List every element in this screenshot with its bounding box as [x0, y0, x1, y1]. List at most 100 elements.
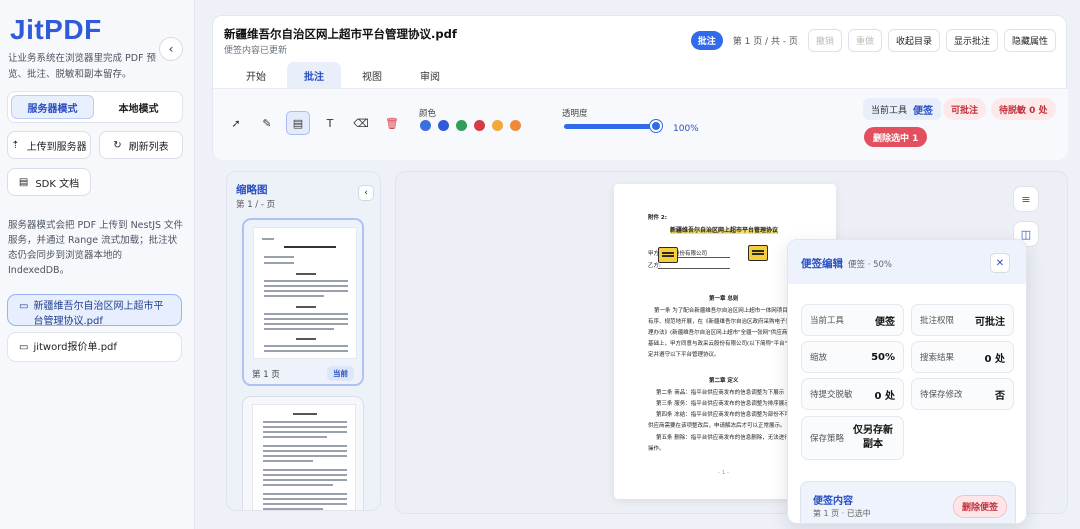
file-name: jitword报价单.pdf	[33, 341, 117, 353]
paragraph-line: 第二条 商品：指平台供应商发布的信息调整为下展示	[656, 390, 785, 396]
cell-value: 0 处	[874, 390, 895, 402]
color-label: 颜色	[419, 109, 437, 119]
mode-badge: 批注	[690, 31, 723, 50]
paragraph-line: 操作。	[648, 446, 665, 452]
select-tool[interactable]: ➚	[224, 111, 248, 135]
color-swatch[interactable]	[420, 120, 431, 131]
chapter-heading: 第一章 总则	[709, 296, 739, 302]
color-swatch[interactable]	[492, 120, 503, 131]
pen-tool[interactable]: ✎	[255, 111, 279, 135]
file-icon: ▭	[19, 301, 29, 312]
info-cell: 当前工具 便签	[801, 304, 904, 336]
server-mode-note: 服务器模式会把 PDF 上传到 NestJS 文件服务，并通过 Range 流式…	[8, 220, 184, 276]
color-swatch[interactable]	[456, 120, 467, 131]
header-actions: 批注 第 1 页 / 共 - 页 撤销 重做 收起目录 显示批注 隐藏属性	[690, 29, 1056, 52]
tab-annotate[interactable]: 批注	[287, 62, 341, 88]
paragraph-line: 第三条 服务：指平台供应商发布的信息调整为排序展示	[656, 401, 790, 407]
section-title: 便签内容	[813, 496, 853, 507]
pen-icon: ✎	[262, 116, 272, 130]
sticky-note-marker[interactable]	[748, 245, 768, 261]
thumbnail-page-2[interactable]	[242, 396, 364, 510]
text-icon: T	[326, 116, 334, 130]
chevron-left-icon: ‹	[364, 188, 368, 198]
delete-note-button[interactable]: 删除便签	[953, 495, 1008, 518]
cell-label: 待保存修改	[920, 390, 963, 400]
sdk-docs-button[interactable]: ▤ SDK 文档	[7, 168, 91, 196]
color-swatch[interactable]	[438, 120, 449, 131]
file-name: 新疆维吾尔自治区网上超市平台管理协议.pdf	[33, 301, 164, 327]
color-swatch[interactable]	[510, 120, 521, 131]
opacity-slider-handle[interactable]	[650, 120, 662, 132]
main-header: 新疆维吾尔自治区网上超市平台管理协议.pdf 便签内容已更新 批注 第 1 页 …	[212, 15, 1068, 160]
columns-icon: ◫	[1020, 227, 1032, 241]
paragraph-line: 供应商需要在该项整改后，申请解冻后才可以正常展示。	[648, 423, 786, 429]
note-edit-panel: 便签编辑 便签 · 50% ✕ 当前工具 便签 批注权限 可批注 缩放 50% 搜索结…	[787, 239, 1027, 524]
opacity-label: 透明度	[562, 109, 588, 119]
current-tool-value: 便签	[913, 105, 934, 117]
upload-label: 上传到服务器	[26, 141, 87, 153]
eraser-tool[interactable]: ⌫	[349, 111, 373, 135]
cell-label: 缩放	[810, 353, 828, 363]
paragraph-line: 定并遵守以下平台管理协议。	[648, 352, 720, 358]
upload-button[interactable]: ⇡ 上传到服务器	[7, 131, 91, 159]
cell-label: 批注权限	[920, 316, 955, 326]
collapse-thumbnails-button[interactable]: ‹	[358, 185, 374, 201]
server-mode-button[interactable]: 服务器模式	[11, 95, 94, 119]
document-status: 便签内容已更新	[224, 46, 288, 56]
chapter-heading: 第二章 定义	[709, 378, 739, 384]
opacity-value: 100%	[673, 124, 699, 134]
info-cell: 搜索结果 0 处	[911, 341, 1014, 373]
file-item[interactable]: ▭ jitword报价单.pdf	[7, 332, 182, 362]
current-tool-chip: 当前工具 便签	[863, 98, 942, 120]
cell-label: 当前工具	[810, 316, 845, 326]
cell-value: 50%	[871, 351, 895, 363]
cell-label: 保存策略	[810, 434, 845, 444]
collapse-sidebar-button[interactable]: ‹	[159, 37, 183, 61]
cell-value: 便签	[875, 316, 895, 328]
cell-value: 仅另存新副本	[853, 425, 893, 450]
refresh-button[interactable]: ↻ 刷新列表	[99, 131, 183, 159]
panel-subtitle: 便签 · 50%	[848, 260, 892, 270]
document-icon: ▤	[18, 176, 29, 188]
refresh-label: 刷新列表	[128, 141, 169, 153]
thumbnail-panel: 缩略图 第 1 / - 页 ‹ 第 1 页 当前	[226, 171, 381, 511]
hide-properties-button[interactable]: 隐藏属性	[1003, 29, 1056, 52]
section-subtitle: 第 1 页 · 已选中	[813, 509, 871, 518]
tab-view[interactable]: 视图	[345, 62, 399, 88]
outline-toggle-button[interactable]: ≡	[1013, 186, 1039, 212]
tab-review[interactable]: 审阅	[403, 62, 457, 88]
color-swatch[interactable]	[474, 120, 485, 131]
local-mode-button[interactable]: 本地模式	[98, 95, 179, 119]
opacity-slider[interactable]	[564, 124, 657, 129]
sticky-note-marker[interactable]	[658, 247, 678, 263]
note-tool[interactable]: ▤	[286, 111, 310, 135]
redo-button[interactable]: 重做	[847, 29, 882, 52]
close-panel-button[interactable]: ✕	[990, 253, 1010, 273]
list-icon: ≡	[1021, 192, 1031, 206]
undo-button[interactable]: 撤销	[807, 29, 842, 52]
paragraph-line: 基础上，甲方同意与政采云股份有限公司(以下简称"平台"	[648, 341, 788, 347]
page-thumbnail-image	[253, 227, 357, 359]
file-item[interactable]: ▭ 新疆维吾尔自治区网上超市平台管理协议.pdf	[7, 294, 182, 327]
delete-selected-button[interactable]: 删除选中 1	[864, 127, 928, 147]
cell-value: 否	[995, 390, 1005, 402]
current-page-tag: 当前	[327, 366, 354, 381]
info-cell: 保存策略 仅另存新副本	[801, 416, 904, 460]
file-icon: ▭	[19, 341, 29, 353]
chevron-left-icon: ‹	[168, 42, 174, 56]
trash-icon: 🗑	[385, 116, 399, 130]
text-tool[interactable]: T	[318, 111, 342, 135]
panel-title: 便签编辑	[801, 258, 843, 270]
delete-tool[interactable]: 🗑	[380, 111, 404, 135]
pending-redaction-badge: 待脱敏 0 处	[991, 98, 1056, 120]
tab-start[interactable]: 开始	[229, 62, 283, 88]
paragraph-line: 第一条 为了配合新疆维吾尔自治区网上超市一体网项目	[654, 308, 788, 314]
paragraph-line: 理办法》(新疆维吾尔自治区网上超市"全疆一张网"供应商承诺	[648, 330, 799, 336]
thumbnail-page-1[interactable]: 第 1 页 当前	[242, 218, 364, 386]
page-thumbnail-image	[252, 404, 356, 510]
thumbnail-title: 缩略图	[236, 184, 268, 196]
cell-label: 搜索结果	[920, 353, 955, 363]
close-icon: ✕	[995, 257, 1005, 269]
collapse-toc-button[interactable]: 收起目录	[887, 29, 940, 52]
show-annotations-button[interactable]: 显示批注	[945, 29, 998, 52]
